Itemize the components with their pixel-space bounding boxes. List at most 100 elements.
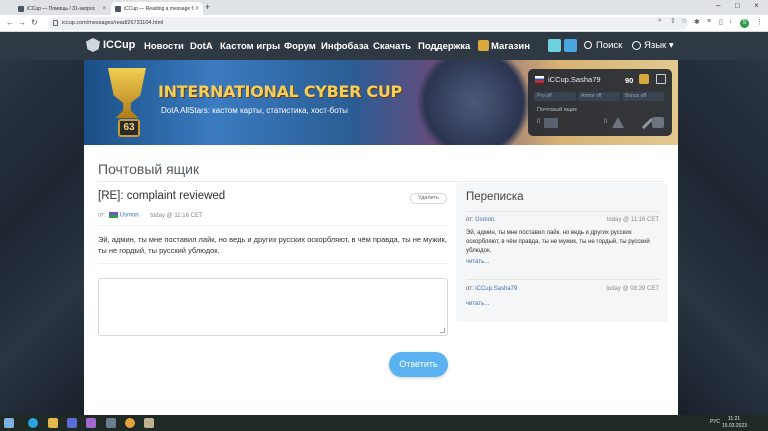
close-tab-icon[interactable]: × — [102, 6, 106, 12]
from-prefix: от: — [466, 217, 474, 223]
message-date: today @ 11:16 CET — [150, 212, 203, 219]
correspondence-author[interactable]: Usmon. — [475, 217, 496, 223]
url-text: iccup.com/messages/read/26731104.html — [62, 20, 164, 26]
language-dropdown[interactable]: Язык ▾ — [644, 40, 674, 51]
file-explorer-icon[interactable] — [48, 418, 58, 428]
browser-tab-message[interactable]: iCCup — Reading a message f... × — [111, 2, 203, 15]
nav-infobase[interactable]: Инфобаза — [321, 41, 369, 52]
russia-flag-icon — [535, 76, 544, 83]
read-more-link[interactable]: читать... — [466, 301, 659, 307]
iccup-shield-icon — [86, 38, 100, 52]
minimize-button[interactable]: – — [716, 1, 720, 10]
correspondence-item: от: Usmon. today @ 11:16 CET Эй, админ, … — [466, 217, 659, 265]
from-prefix: от: — [98, 212, 106, 219]
extensions-icon[interactable]: ✱ — [694, 18, 700, 26]
user-panel: iCCup.Sasha79 90 Pro off Armor off Bonus… — [528, 69, 672, 136]
bot-icon[interactable] — [652, 117, 664, 128]
correspondence-divider — [466, 211, 659, 212]
app-icon[interactable] — [67, 418, 77, 428]
mail-count: 0 — [537, 119, 541, 125]
body-divider — [98, 263, 448, 264]
reply-button[interactable]: Ответить — [389, 352, 448, 377]
clock-time[interactable]: 11:21 — [728, 416, 740, 422]
start-icon[interactable] — [4, 418, 14, 428]
site-logo[interactable]: ICCup — [86, 38, 135, 52]
correspondence-date: today @ 08:39 CET — [606, 286, 659, 292]
search-link[interactable]: Поиск — [596, 40, 622, 51]
nav-shop[interactable]: Магазин — [491, 41, 530, 52]
nav-dota[interactable]: DotA — [190, 41, 213, 52]
zoom-icon[interactable]: ⌕ — [658, 17, 662, 25]
nav-news[interactable]: Новости — [144, 41, 184, 52]
message-body: Эй, админ, ты мне поставил лайк, но ведь… — [98, 235, 447, 255]
trophy-icon — [108, 68, 146, 118]
reply-textarea[interactable] — [98, 278, 448, 336]
resize-grip-icon[interactable] — [440, 328, 445, 333]
warning-icon[interactable] — [612, 117, 624, 128]
telegram-icon[interactable] — [28, 418, 38, 428]
message-author[interactable]: Usmon. — [120, 213, 141, 219]
close-window-button[interactable]: × — [754, 1, 759, 10]
meta-divider — [98, 225, 448, 226]
chat-icon[interactable] — [548, 39, 561, 52]
level-badge: 63 — [118, 119, 140, 137]
mail-icon[interactable] — [544, 118, 558, 128]
logout-icon[interactable] — [656, 74, 666, 84]
address-bar[interactable]: iccup.com/messages/read/26731104.html — [48, 17, 688, 30]
armor-status: Armor off — [578, 92, 620, 101]
warning-count: 0 — [604, 119, 608, 125]
nav-download[interactable]: Скачать — [373, 41, 411, 52]
nav-support[interactable]: Поддержка — [418, 41, 470, 52]
correspondence-date: today @ 11:16 CET — [606, 217, 659, 223]
main-panel: Почтовый ящик [RE]: complaint reviewed У… — [84, 145, 678, 415]
keyboard-language[interactable]: РУС — [710, 419, 720, 425]
back-button[interactable]: ← — [6, 18, 14, 27]
mailbox-label[interactable]: Почтовый ящик — [537, 107, 577, 113]
iccup-favicon-icon — [115, 5, 121, 12]
menu-icon[interactable]: ⋮ — [756, 18, 763, 26]
nav-custom-games[interactable]: Кастом игры — [220, 41, 280, 52]
os-taskbar: РУС 11:21 15.03.2023 — [0, 415, 768, 431]
maximize-button[interactable]: □ — [735, 1, 740, 10]
from-prefix: от: — [466, 286, 474, 292]
share-icon[interactable]: ⇧ — [670, 17, 676, 25]
banner-art — [404, 60, 544, 145]
download-icon[interactable]: ↓ — [729, 18, 733, 25]
user-flag-icon — [108, 212, 118, 218]
reload-button[interactable]: ↻ — [31, 18, 38, 27]
iccup-favicon-icon — [18, 5, 24, 12]
close-tab-icon[interactable]: × — [195, 6, 199, 12]
browser-tab-help[interactable]: iCCup — Помощь / 31-запрос × — [14, 2, 110, 15]
app-icon[interactable] — [106, 418, 116, 428]
banner-subtitle: DotA AllStars: кастом карты, статистика,… — [161, 106, 348, 115]
correspondence-title: Переписка — [466, 191, 524, 203]
correspondence-author[interactable]: iCCup.Sasha79 — [475, 286, 517, 292]
correspondence-snippet: Эй, админ, ты мне поставил лайк, но ведь… — [466, 230, 650, 254]
shop-icon — [478, 40, 489, 51]
search-icon[interactable] — [584, 41, 592, 49]
read-more-link[interactable]: читать... — [466, 259, 659, 265]
correspondence-divider — [466, 279, 659, 280]
profile-icon[interactable] — [564, 39, 577, 52]
site-nav-bar: ICCup Новости DotA Кастом игры Форум Инф… — [0, 32, 768, 60]
pro-status: Pro off — [534, 92, 576, 101]
page-background-left — [0, 60, 84, 415]
delete-button[interactable]: Удалить — [410, 193, 447, 204]
new-tab-button[interactable]: + — [205, 2, 210, 12]
globe-icon — [632, 41, 641, 50]
reading-list-icon[interactable]: ≡ — [707, 18, 711, 25]
page-background-right — [678, 60, 768, 415]
split-view-icon[interactable]: ▯ — [719, 18, 723, 26]
forward-button[interactable]: → — [18, 18, 26, 27]
tab-title: iCCup — Помощь / 31-запрос — [27, 5, 96, 12]
chrome-icon[interactable] — [125, 418, 135, 428]
nav-forum[interactable]: Форум — [284, 41, 316, 52]
app-icon[interactable] — [144, 418, 154, 428]
clock-date[interactable]: 15.03.2023 — [722, 423, 747, 429]
banner-title: INTERNATIONAL CYBER CUP — [158, 82, 402, 101]
bookmark-star-icon[interactable]: ☆ — [681, 17, 687, 25]
app-icon[interactable] — [86, 418, 96, 428]
coin-icon — [639, 74, 649, 84]
profile-avatar[interactable]: S — [740, 19, 749, 28]
username[interactable]: iCCup.Sasha79 — [548, 75, 601, 84]
